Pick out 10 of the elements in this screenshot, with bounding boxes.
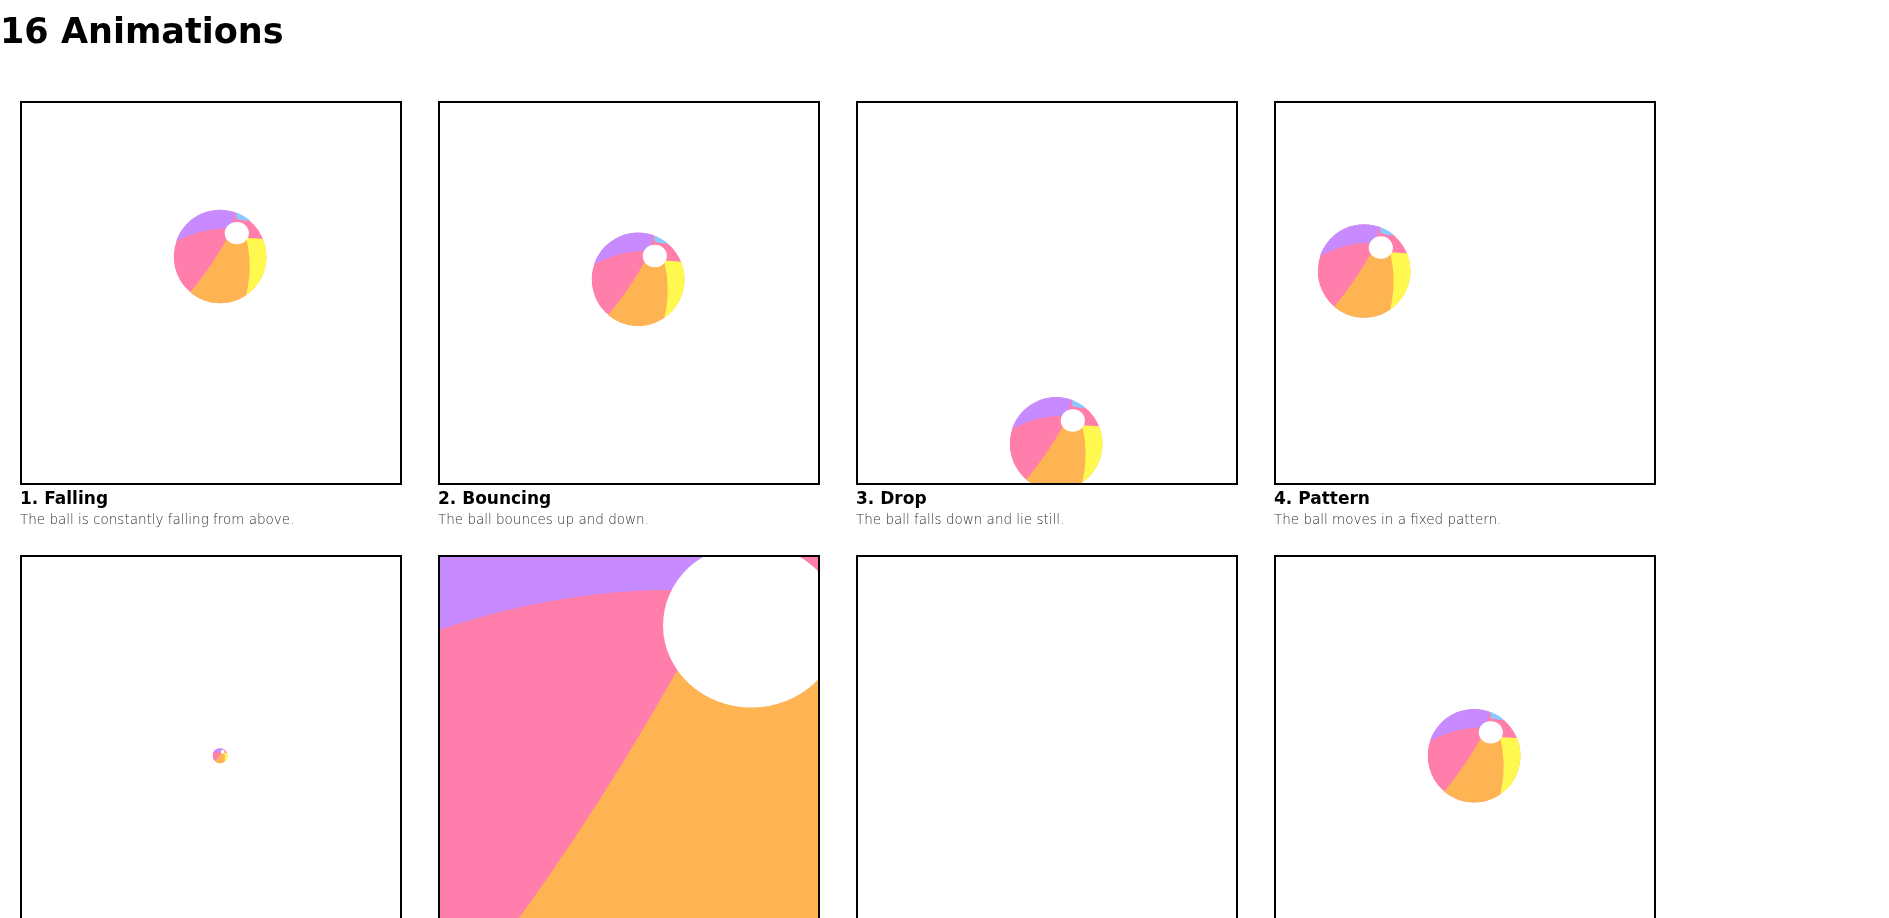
animation-description: The ball is constantly falling from above. [20, 510, 296, 529]
beach-ball-drawing [212, 748, 228, 764]
animation-title: 3. Drop [856, 487, 928, 509]
animation-title: 1. Falling [20, 487, 110, 509]
page-title: 16 Animations [0, 10, 285, 52]
animation-description: The ball moves in a fixed pattern. [1274, 510, 1503, 529]
animation-title: 2. Bouncing [438, 487, 553, 509]
animation-title: 4. Pattern [1274, 487, 1371, 509]
animation-description: The ball falls down and lie still. [856, 510, 1066, 529]
animation-description: The ball bounces up and down. [438, 510, 650, 529]
